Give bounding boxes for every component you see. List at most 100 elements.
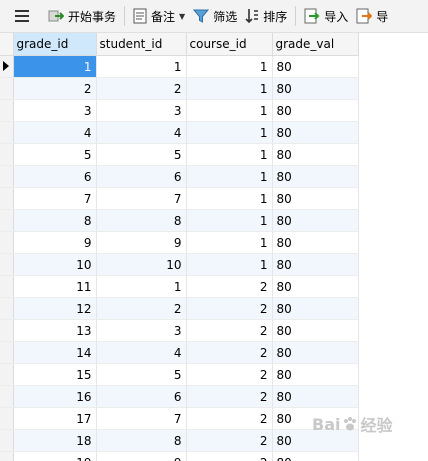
grade-val-cell[interactable]: 80 (272, 143, 359, 166)
column-header-grade-val[interactable]: grade_val (272, 33, 359, 56)
grade-val-cell[interactable]: 80 (272, 319, 359, 342)
table-row[interactable]: 2 2 1 80 (0, 77, 359, 100)
grade-val-cell[interactable]: 80 (272, 55, 359, 78)
row-indicator[interactable] (0, 55, 14, 78)
row-indicator[interactable] (0, 121, 14, 144)
course-id-cell[interactable]: 1 (186, 209, 273, 232)
menu-button[interactable] (0, 0, 44, 32)
grade-id-cell[interactable]: 14 (13, 341, 97, 364)
course-id-cell[interactable]: 1 (186, 187, 273, 210)
grade-id-cell[interactable]: 11 (13, 275, 97, 298)
grade-val-cell[interactable]: 80 (272, 451, 359, 461)
table-row[interactable]: 16 6 2 80 (0, 385, 359, 408)
student-id-cell[interactable]: 4 (96, 341, 187, 364)
row-indicator[interactable] (0, 297, 14, 320)
grade-val-cell[interactable]: 80 (272, 363, 359, 386)
course-id-cell[interactable]: 2 (186, 297, 273, 320)
row-indicator[interactable] (0, 407, 14, 430)
student-id-cell[interactable]: 5 (96, 363, 187, 386)
course-id-cell[interactable]: 1 (186, 165, 273, 188)
row-indicator[interactable] (0, 231, 14, 254)
chevron-down-icon[interactable]: ▼ (179, 12, 185, 21)
course-id-cell[interactable]: 2 (186, 385, 273, 408)
table-row[interactable]: 17 7 2 80 (0, 407, 359, 430)
course-id-cell[interactable]: 1 (186, 231, 273, 254)
row-indicator[interactable] (0, 253, 14, 276)
grade-val-cell[interactable]: 80 (272, 297, 359, 320)
student-id-cell[interactable]: 3 (96, 319, 187, 342)
grade-val-cell[interactable]: 80 (272, 275, 359, 298)
student-id-cell[interactable]: 5 (96, 143, 187, 166)
course-id-cell[interactable]: 2 (186, 363, 273, 386)
course-id-cell[interactable]: 1 (186, 77, 273, 100)
row-indicator[interactable] (0, 143, 14, 166)
grade-id-cell[interactable]: 8 (13, 209, 97, 232)
column-header-grade-id[interactable]: grade_id (13, 33, 97, 56)
grade-id-cell[interactable]: 10 (13, 253, 97, 276)
course-id-cell[interactable]: 1 (186, 253, 273, 276)
grade-id-cell[interactable]: 2 (13, 77, 97, 100)
student-id-cell[interactable]: 8 (96, 209, 187, 232)
grade-id-cell[interactable]: 18 (13, 429, 97, 452)
table-row[interactable]: 7 7 1 80 (0, 187, 359, 210)
course-id-cell[interactable]: 2 (186, 407, 273, 430)
grade-val-cell[interactable]: 80 (272, 77, 359, 100)
grade-id-cell[interactable]: 6 (13, 165, 97, 188)
export-button[interactable]: 导 (352, 4, 392, 28)
row-indicator[interactable] (0, 209, 14, 232)
student-id-cell[interactable]: 2 (96, 297, 187, 320)
student-id-cell[interactable]: 4 (96, 121, 187, 144)
row-indicator[interactable] (0, 429, 14, 452)
table-row[interactable]: 18 8 2 80 (0, 429, 359, 452)
course-id-cell[interactable]: 2 (186, 429, 273, 452)
grade-id-cell[interactable]: 9 (13, 231, 97, 254)
import-button[interactable]: 导入 (300, 4, 352, 28)
student-id-cell[interactable]: 8 (96, 429, 187, 452)
column-header-course-id[interactable]: course_id (186, 33, 273, 56)
grade-id-cell[interactable]: 16 (13, 385, 97, 408)
table-row[interactable]: 5 5 1 80 (0, 143, 359, 166)
row-indicator[interactable] (0, 187, 14, 210)
grade-id-cell[interactable]: 1 (13, 55, 97, 78)
table-row[interactable]: 9 9 1 80 (0, 231, 359, 254)
row-indicator[interactable] (0, 451, 14, 461)
sort-button[interactable]: 排序 (241, 4, 291, 28)
begin-transaction-button[interactable]: 开始事务 (44, 4, 120, 28)
grade-val-cell[interactable]: 80 (272, 231, 359, 254)
course-id-cell[interactable]: 2 (186, 451, 273, 461)
course-id-cell[interactable]: 2 (186, 275, 273, 298)
course-id-cell[interactable]: 2 (186, 319, 273, 342)
course-id-cell[interactable]: 1 (186, 99, 273, 122)
table-row[interactable]: 15 5 2 80 (0, 363, 359, 386)
table-row[interactable]: 10 10 1 80 (0, 253, 359, 276)
table-row[interactable]: 6 6 1 80 (0, 165, 359, 188)
student-id-cell[interactable]: 6 (96, 165, 187, 188)
row-indicator[interactable] (0, 363, 14, 386)
grade-id-cell[interactable]: 4 (13, 121, 97, 144)
grade-id-cell[interactable]: 3 (13, 99, 97, 122)
row-indicator[interactable] (0, 99, 14, 122)
course-id-cell[interactable]: 2 (186, 341, 273, 364)
student-id-cell[interactable]: 9 (96, 231, 187, 254)
column-header-student-id[interactable]: student_id (96, 33, 187, 56)
grade-val-cell[interactable]: 80 (272, 165, 359, 188)
table-row[interactable]: 8 8 1 80 (0, 209, 359, 232)
table-row[interactable]: 4 4 1 80 (0, 121, 359, 144)
grade-val-cell[interactable]: 80 (272, 209, 359, 232)
table-row[interactable]: 13 3 2 80 (0, 319, 359, 342)
filter-button[interactable]: 筛选 (189, 4, 241, 28)
grade-val-cell[interactable]: 80 (272, 121, 359, 144)
student-id-cell[interactable]: 10 (96, 253, 187, 276)
row-indicator[interactable] (0, 341, 14, 364)
row-indicator[interactable] (0, 275, 14, 298)
student-id-cell[interactable]: 9 (96, 451, 187, 461)
row-indicator[interactable] (0, 165, 14, 188)
grade-id-cell[interactable]: 17 (13, 407, 97, 430)
note-button[interactable]: 备注 ▼ (129, 4, 189, 28)
course-id-cell[interactable]: 1 (186, 143, 273, 166)
row-indicator[interactable] (0, 77, 14, 100)
grade-val-cell[interactable]: 80 (272, 385, 359, 408)
table-row[interactable]: 1 1 1 80 (0, 55, 359, 78)
table-row[interactable]: 199280 (0, 451, 359, 461)
grade-id-cell[interactable]: 19 (13, 451, 97, 461)
